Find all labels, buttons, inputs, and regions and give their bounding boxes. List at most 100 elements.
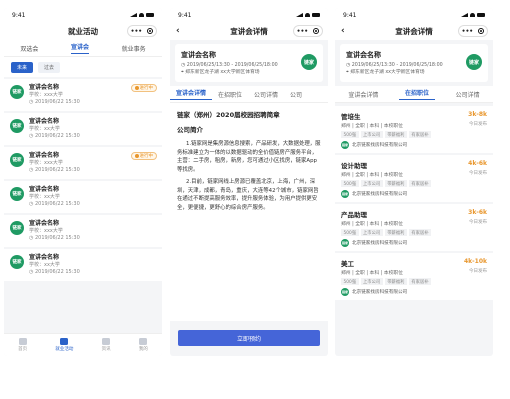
salary: 4k-10k [464,258,487,265]
presentation-list: 链家 宣讲会名称 学校：xxx大学 ◷ 2019/06/22 15:30 进行中… [4,79,162,281]
filter-future[interactable]: 未来 [11,62,34,73]
tab-presentation[interactable]: 宣讲会 [70,42,89,54]
close-target-icon[interactable] [313,28,320,34]
status-bar: 9:41 [335,8,493,22]
intro-paragraph-1: 1.链家网是集房源信息搜索，产品研发，大数据处理，服务标准建立为一体的以数据驱动… [177,141,321,173]
list-item[interactable]: 链家 宣讲会名称 学校：xxx大学 ◷ 2019/06/22 15:30 [4,215,162,247]
close-target-icon[interactable] [478,28,485,34]
company-logo: 链家 [10,187,24,201]
item-title: 宣讲会名称 [29,152,60,159]
tabbar-news[interactable]: 资讯 [102,338,111,352]
book-now-button[interactable]: 立即预约 [178,330,320,346]
intro-paragraph-2: 2.目前，链家网线上房源已覆盖北京，上海，广州，深圳，天津，成都，青岛，重庆，大… [177,179,319,211]
nav-bar: ‹ 宣讲会详情 ••• [170,22,328,40]
activity-tabs: 双选会 宣讲会 就业事务 [4,40,162,57]
status-badge: 进行中 [130,152,157,160]
status-indicators [296,13,320,17]
mini-program-capsule[interactable]: ••• [293,25,323,37]
user-icon [139,338,148,345]
status-bar: 9:41 [4,8,162,22]
filter-past[interactable]: 过去 [38,62,61,73]
position-title: 产品助理 [341,211,367,219]
position-meta: 郑州 | 全职 | 本科 | 本校职位 [341,271,403,276]
item-school: 学校：xxx大学 [29,92,63,98]
status-bar: 9:41 [170,8,328,22]
tab-presentation-detail[interactable]: 宣讲会详情 [170,88,213,100]
presentation-header-card: 宣讲会名称 ◷ 2019/06/25/13:30 - 2019/06/25/18… [175,44,323,82]
status-time: 9:41 [343,11,357,19]
item-title: 宣讲会名称 [29,254,60,261]
tab-company-detail[interactable]: 公司详情 [248,90,284,99]
status-badge: 进行中 [130,84,157,92]
position-meta: 郑州 | 全职 | 本科 | 本校职位 [341,222,403,227]
position-item[interactable]: 管培生 郑州 | 全职 | 本科 | 本校职位 3k-8k 今日发布 500强上… [335,106,493,153]
tag-list: 500强 上市公司 带薪福利 有家居补 [341,180,487,187]
salary: 3k-6k [468,209,487,216]
detail-content: 链家（郑州）2020届校园招聘简章 公司简介 1.链家网是集房源信息搜索，产品研… [170,103,328,321]
list-item[interactable]: 链家 宣讲会名称 学校：xxx大学 ◷ 2019/06/22 15:30 进行中 [4,147,162,179]
item-school: 学校：xxx大学 [29,160,63,166]
back-chevron-icon[interactable]: ‹ [176,26,180,36]
page-title: 宣讲会详情 [395,26,433,36]
item-time: ◷ 2019/06/22 15:30 [29,235,80,241]
position-item[interactable]: 设计助理 郑州 | 全职 | 本科 | 本校职位 4k-6k 今日发布 500强… [335,155,493,202]
item-time: ◷ 2019/06/22 15:30 [29,269,80,275]
page-title: 就业活动 [68,26,98,36]
item-school: 学校：xx大学 [29,262,60,268]
position-list: 管培生 郑州 | 全职 | 本科 | 本校职位 3k-8k 今日发布 500强上… [335,106,493,300]
tab-company-detail[interactable]: 公司详情 [450,90,486,99]
tag-list: 500强 上市公司 带薪福利 有家居补 [341,278,487,285]
tab-presentation-detail[interactable]: 宣讲会详情 [342,90,384,99]
list-item[interactable]: 链家 宣讲会名称 学校：xx大学 ◷ 2019/06/22 15:30 [4,181,162,213]
news-icon [102,338,111,345]
tabbar-activities[interactable]: 就业活动 [55,338,73,352]
tag-list: 500强 上市公司 带薪福利 有家居补 [341,229,487,236]
tab-company[interactable]: 公司 [284,90,308,99]
list-item[interactable]: 链家 宣讲会名称 学校：xxx大学 ◷ 2019/06/22 15:30 进行中 [4,79,162,111]
position-item[interactable]: 产品助理 郑州 | 全职 | 本科 | 本校职位 3k-6k 今日发布 500强… [335,204,493,251]
tab-job-fair[interactable]: 双选会 [20,44,38,53]
status-time: 9:41 [12,11,26,19]
tab-open-positions[interactable]: 在招职位 [398,88,435,100]
list-item[interactable]: 链家 宣讲会名称 学校：xx大学 ◷ 2019/06/22 15:30 [4,113,162,145]
nav-bar: ‹ 宣讲会详情 ••• [335,22,493,40]
presentation-title: 宣讲会名称 [346,51,381,59]
presentation-time: ◷ 2019/06/25/13:30 - 2019/06/25/18:00 [181,63,278,68]
publish-status: 今日发布 [469,171,487,176]
item-time: ◷ 2019/06/22 15:30 [29,201,80,207]
salary: 3k-8k [468,111,487,118]
position-meta: 郑州 | 全职 | 本科 | 本校职位 [341,124,403,129]
tab-affairs[interactable]: 就业事务 [122,44,146,53]
presentation-place: ⌖ 郑东新区龙子湖 xx大学新区体育场 [346,70,425,75]
home-icon [18,338,27,345]
mini-program-capsule[interactable]: ••• [127,25,157,37]
company-logo: 链家 [341,141,349,149]
position-title: 设计助理 [341,162,367,170]
mini-program-capsule[interactable]: ••• [458,25,488,37]
presentation-title: 宣讲会名称 [181,51,216,59]
company-logo: 链家 [10,153,24,167]
presentation-time: ◷ 2019/06/25/13:30 - 2019/06/25/18:00 [346,63,443,68]
tabbar-mine[interactable]: 我的 [139,338,148,352]
company-row: 链家 北京链家找房科技有限公司 [341,288,408,296]
salary: 4k-6k [468,160,487,167]
list-item[interactable]: 链家 宣讲会名称 学校：xx大学 ◷ 2019/06/22 15:30 [4,249,162,281]
publish-status: 今日发布 [469,220,487,225]
item-school: 学校：xx大学 [29,194,60,200]
company-logo: 链家 [10,255,24,269]
company-row: 链家 北京链家找房科技有限公司 [341,190,408,198]
position-item[interactable]: 美工 郑州 | 全职 | 本科 | 本校职位 4k-10k 今日发布 500强上… [335,253,493,300]
detail-tabs: 宣讲会详情 在招职位 公司详情 [335,86,493,103]
more-icon[interactable]: ••• [131,28,143,35]
item-title: 宣讲会名称 [29,118,60,125]
company-row: 链家 北京链家找房科技有限公司 [341,141,408,149]
tab-open-positions[interactable]: 在招职位 [212,90,248,99]
item-title: 宣讲会名称 [29,84,60,91]
close-target-icon[interactable] [147,28,154,34]
item-school: 学校：xxx大学 [29,228,63,234]
item-time: ◷ 2019/06/22 15:30 [29,133,80,139]
more-icon[interactable]: ••• [297,28,309,35]
back-chevron-icon[interactable]: ‹ [341,26,345,36]
tabbar-home[interactable]: 首页 [18,338,27,352]
more-icon[interactable]: ••• [462,28,474,35]
